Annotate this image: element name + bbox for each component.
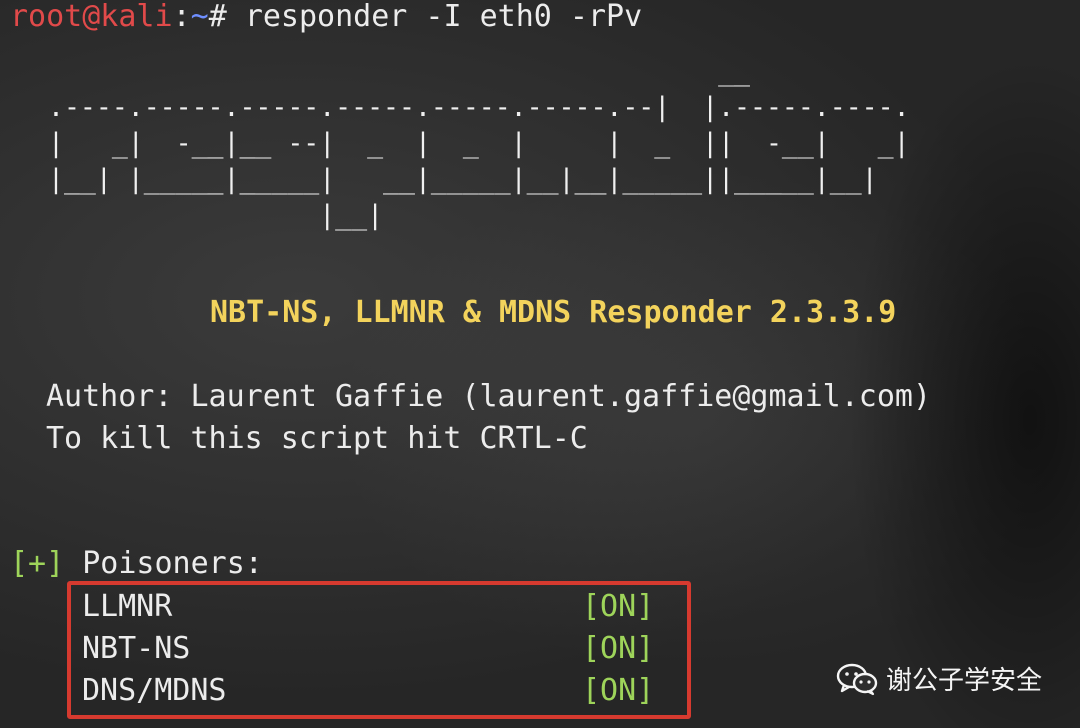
- ascii-art-line: |__| |_____|_____| __|_____|__|__|_____|…: [48, 164, 878, 195]
- poisoner-status: [ON]: [582, 631, 655, 666]
- poisoner-name: NBT-NS: [82, 631, 191, 666]
- prompt-symbol: #: [208, 0, 245, 34]
- poisoner-row: DNS/MDNS: [82, 674, 227, 708]
- poisoners-heading: [+] Poisoners:: [10, 547, 263, 581]
- wechat-watermark: 谢公子学安全: [836, 660, 1042, 697]
- wechat-icon: [836, 663, 878, 695]
- command-prompt-line: root@kali:~# responder -I eth0 -rPv: [10, 0, 642, 34]
- poisoner-row: LLMNR: [82, 590, 172, 624]
- kill-hint-line: To kill this script hit CRTL-C: [46, 421, 588, 456]
- prompt-separator: :: [172, 0, 191, 34]
- poisoner-status: [ON]: [582, 673, 655, 708]
- info-marker: [+]: [10, 546, 65, 581]
- responder-ascii-logo: __ .----.-----.-----.-----.-----.-----.--…: [48, 54, 910, 234]
- prompt-command: responder -I eth0 -rPv: [244, 0, 643, 34]
- ascii-art-line: |__|: [48, 200, 384, 231]
- poisoners-heading-label: Poisoners:: [64, 546, 263, 581]
- ascii-art-line: __: [48, 56, 750, 87]
- prompt-path: ~: [190, 0, 209, 34]
- poisoner-status: [ON]: [582, 589, 655, 624]
- author-line: Author: Laurent Gaffie (laurent.gaffie@g…: [46, 379, 932, 414]
- prompt-user: root@kali: [10, 0, 173, 34]
- ascii-art-line: | _| -__|__ --| _ | _ | | _ || -__| _|: [48, 128, 910, 159]
- poisoner-name: DNS/MDNS: [82, 673, 227, 708]
- watermark-text: 谢公子学安全: [886, 666, 1043, 696]
- responder-banner: NBT-NS, LLMNR & MDNS Responder 2.3.3.9: [210, 295, 897, 330]
- ascii-art-line: .----.-----.-----.-----.-----.-----.--| …: [48, 92, 910, 123]
- poisoner-row: NBT-NS: [82, 632, 190, 666]
- poisoner-name: LLMNR: [82, 589, 173, 624]
